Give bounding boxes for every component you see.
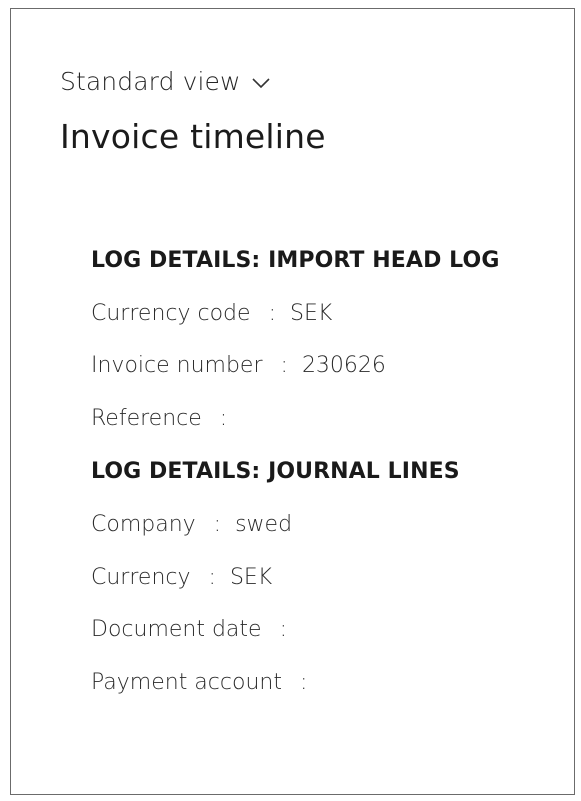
field-value: SEK [289,300,333,326]
section-heading-journal-lines: LOG DETAILS: JOURNAL LINES [91,459,460,485]
field-value: 230626 [301,353,386,379]
field-label: Document date [91,617,262,643]
field-label: Invoice number [91,353,263,379]
field-label: Reference [91,406,202,432]
field-separator: : [280,353,288,379]
field-label: Payment account [91,670,282,696]
field-separator: : [219,406,228,432]
field-reference: Reference : [91,392,561,445]
view-selector[interactable]: Standard view [60,67,271,96]
field-label: Currency [91,564,191,590]
field-value: swed [235,511,293,537]
log-details: LOG DETAILS: IMPORT HEAD LOG Currency co… [91,234,561,709]
field-company: Company : swed [91,498,561,551]
field-separator: : [279,617,287,643]
field-label: Company [91,511,196,537]
chevron-down-icon [251,70,271,90]
field-separator: : [299,670,308,696]
section-heading-import-head-log: LOG DETAILS: IMPORT HEAD LOG [91,247,500,273]
invoice-timeline-panel: Standard view Invoice timeline LOG DETAI… [10,8,575,795]
view-selector-label: Standard view [60,67,241,96]
field-currency-code: Currency code : SEK [91,287,561,340]
field-separator: : [208,564,216,590]
field-currency: Currency : SEK [91,551,561,604]
field-separator: : [268,300,276,326]
field-value: SEK [229,564,273,590]
field-document-date: Document date : [91,604,561,657]
page-title: Invoice timeline [60,117,326,156]
field-label: Currency code [91,300,251,326]
field-invoice-number: Invoice number : 230626 [91,340,561,393]
field-separator: : [213,511,222,537]
field-payment-account: Payment account : [91,656,561,709]
